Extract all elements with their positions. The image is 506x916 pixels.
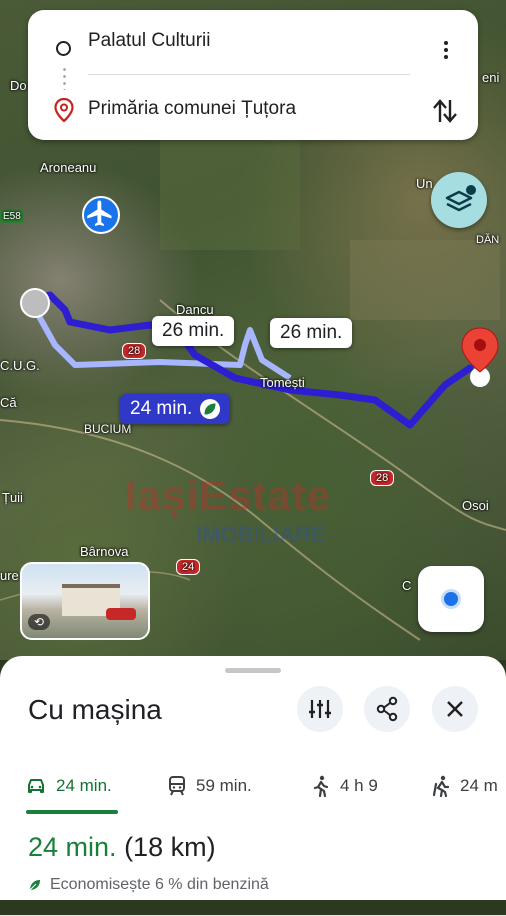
place-label: Că (0, 395, 17, 410)
origin-marker[interactable] (20, 288, 50, 318)
route-alt-callout[interactable]: 26 min. (270, 318, 353, 348)
directions-card: Palatul Culturii Primăria comunei Țuțora (28, 10, 478, 140)
destination-row[interactable]: Primăria comunei Țuțora (28, 84, 478, 134)
car-shape (106, 608, 136, 620)
route-selected-time: 24 min. (130, 398, 193, 419)
more-vert-icon[interactable] (436, 38, 456, 62)
place-label: Do (10, 78, 27, 93)
layers-icon (445, 185, 476, 212)
swap-vert-icon[interactable] (431, 96, 459, 131)
tab-transit[interactable]: 59 min. (168, 766, 252, 806)
place-label: C (402, 578, 412, 593)
route-alt-time: 26 min. (162, 320, 225, 341)
route-bottom-sheet: Cu mașina 24 min. 59 min. 4 h 9 24 m 24 … (0, 656, 506, 916)
tab-ride-label: 24 m (460, 776, 498, 795)
watermark-logo: IașiEstate (125, 472, 332, 519)
tab-car-label: 24 min. (56, 776, 112, 795)
tab-transit-label: 59 min. (196, 776, 252, 795)
car-icon (28, 779, 44, 793)
share-icon (376, 696, 398, 722)
tab-walk[interactable]: 4 h 9 (312, 766, 378, 806)
route-summary: 24 min. (18 km) (28, 832, 216, 863)
tab-walk-label: 4 h 9 (340, 776, 378, 795)
road-label: E58 (0, 210, 24, 223)
drag-handle[interactable] (225, 668, 281, 673)
place-label: Dancu (176, 302, 214, 317)
place-label: Aroneanu (40, 160, 97, 175)
road-badge: 24 (176, 559, 201, 575)
origin-row[interactable]: Palatul Culturii (28, 16, 478, 66)
train-icon (169, 776, 185, 796)
street-view-rotate-icon[interactable]: ⟲ (28, 614, 50, 630)
tune-icon (309, 700, 331, 718)
route-alt-callout[interactable]: 26 min. (152, 316, 235, 346)
airplane-icon[interactable] (82, 196, 120, 234)
route-options-button[interactable] (297, 686, 343, 732)
sheet-title: Cu mașina (28, 694, 162, 725)
place-label: C.U.G. (0, 358, 40, 373)
tab-ride[interactable]: 24 m (432, 766, 498, 806)
place-label: Osoi (462, 498, 489, 513)
eco-note: Economisește 6 % din benzină (28, 876, 269, 894)
place-label: Țuii (2, 490, 23, 505)
field-divider (88, 74, 410, 75)
tab-car[interactable]: 24 min. (26, 766, 112, 806)
ride-icon (432, 775, 450, 797)
place-label: Tomești (260, 375, 305, 390)
place-label: Bârnova (80, 544, 129, 559)
origin-field[interactable]: Palatul Culturii (88, 30, 211, 52)
walk-icon (313, 775, 329, 797)
place-label: BUCIUM (84, 422, 132, 436)
destination-pin-icon[interactable] (460, 326, 500, 390)
origin-circle-icon (56, 41, 71, 56)
summary-distance: (18 km) (124, 832, 216, 862)
active-tab-indicator (26, 810, 118, 814)
road-badge: 28 (370, 470, 395, 486)
leaf-icon (29, 880, 40, 891)
share-button[interactable] (364, 686, 410, 732)
route-alt-time: 26 min. (280, 322, 343, 343)
location-pin-icon (54, 97, 74, 127)
place-label: DĂN (476, 234, 500, 246)
close-button[interactable] (432, 686, 478, 732)
destination-field[interactable]: Primăria comunei Țuțora (88, 98, 296, 120)
street-view-thumbnail[interactable]: ⟲ (20, 562, 150, 640)
route-selected-callout[interactable]: 24 min. (120, 394, 231, 424)
place-label: eni (482, 70, 500, 85)
travel-mode-tabs: 24 min. 59 min. 4 h 9 24 m (0, 756, 506, 916)
layers-button[interactable] (431, 172, 487, 228)
eco-text: Economisește 6 % din benzină (50, 876, 269, 893)
road-badge: 28 (122, 343, 147, 359)
place-label: ure (0, 568, 19, 583)
watermark-logo-sub: IMOBILIARE (196, 522, 326, 547)
close-icon (447, 701, 463, 717)
summary-time: 24 min. (28, 832, 117, 862)
leaf-icon (200, 399, 221, 419)
my-location-icon (444, 592, 458, 606)
my-location-button[interactable] (418, 566, 484, 632)
